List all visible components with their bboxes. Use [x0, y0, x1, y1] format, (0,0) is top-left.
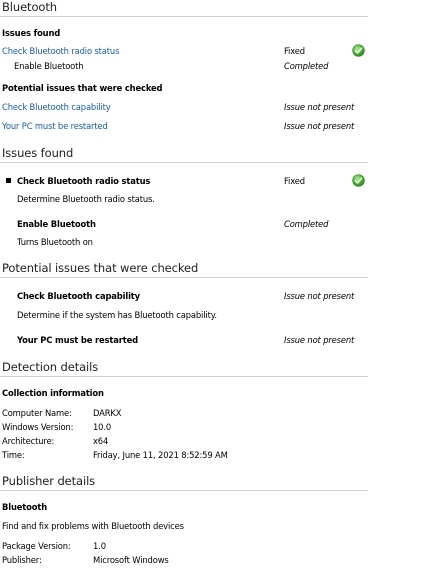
summary-issue-link-radio-status[interactable]: Check Bluetooth radio status [2, 46, 119, 56]
detection-title: Detection details [2, 360, 99, 374]
bullet-icon [6, 178, 11, 183]
summary-title: Bluetooth [2, 0, 57, 14]
publisher-divider [0, 490, 368, 491]
potential-issue-name: Your PC must be restarted [17, 335, 138, 345]
check-icon [352, 174, 365, 187]
summary-potential-link-restart[interactable]: Your PC must be restarted [2, 121, 108, 131]
issue-description: Turns Bluetooth on [17, 237, 93, 247]
check-icon [352, 44, 365, 57]
summary-issue-status: Fixed [284, 46, 305, 56]
detection-divider [0, 376, 368, 377]
detail-value: Microsoft Windows [93, 555, 169, 565]
summary-potential-link-capability[interactable]: Check Bluetooth capability [2, 102, 111, 112]
summary-issue-status: Completed [284, 61, 329, 71]
detail-label: Computer Name: [2, 408, 72, 418]
summary-issue-label-enable: Enable Bluetooth [14, 61, 84, 71]
summary-issues-heading: Issues found [2, 28, 61, 38]
publisher-name: Bluetooth [2, 502, 48, 512]
issue-status: Fixed [284, 176, 305, 186]
summary-potential-status: Issue not present [284, 121, 355, 131]
detail-label: Publisher: [2, 555, 42, 565]
detail-value: x64 [93, 436, 109, 446]
detail-label: Time: [2, 450, 25, 460]
issue-description: Determine Bluetooth radio status. [17, 194, 155, 204]
detail-value: Friday, June 11, 2021 8:52:59 AM [93, 450, 228, 460]
detail-value: 10.0 [93, 422, 112, 432]
potential-issues-divider [0, 277, 368, 278]
detail-value: DARKX [93, 408, 122, 418]
detail-value: 1.0 [93, 541, 106, 551]
issue-name: Enable Bluetooth [17, 219, 96, 229]
detail-label: Package Version: [2, 541, 71, 551]
issue-status: Completed [284, 219, 329, 229]
collection-info-heading: Collection information [2, 388, 104, 398]
publisher-title: Publisher details [2, 474, 96, 488]
issues-found-title: Issues found [2, 146, 74, 160]
issues-found-divider [0, 162, 368, 163]
detail-label: Windows Version: [2, 422, 74, 432]
potential-issue-description: Determine if the system has Bluetooth ca… [17, 310, 217, 320]
potential-issues-title: Potential issues that were checked [2, 261, 199, 275]
summary-potential-status: Issue not present [284, 102, 355, 112]
publisher-description: Find and fix problems with Bluetooth dev… [2, 521, 184, 531]
potential-issue-status: Issue not present [284, 291, 355, 301]
potential-issue-status: Issue not present [284, 335, 355, 345]
summary-potential-heading: Potential issues that were checked [2, 83, 163, 93]
issue-name: Check Bluetooth radio status [17, 176, 151, 186]
potential-issue-name: Check Bluetooth capability [17, 291, 140, 301]
summary-divider [0, 16, 368, 17]
detail-label: Architecture: [2, 436, 55, 446]
